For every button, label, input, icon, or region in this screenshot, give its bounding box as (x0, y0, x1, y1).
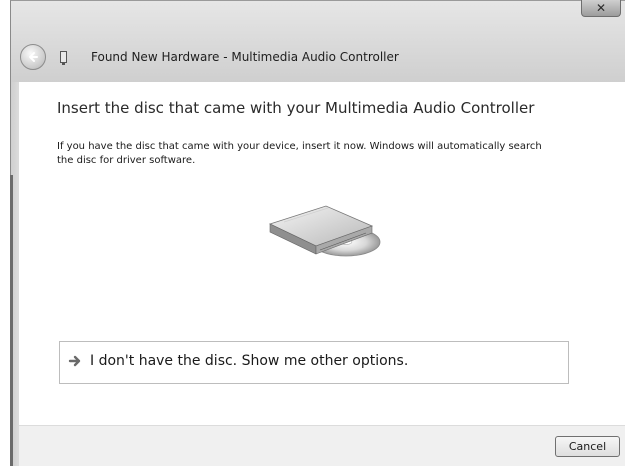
back-button[interactable] (20, 44, 46, 70)
wizard-window: ✕ Found New Hardware - Multimedia Audio … (0, 0, 625, 466)
page-heading: Insert the disc that came with your Mult… (57, 99, 535, 117)
title-bar (10, 0, 625, 82)
no-disc-option-link[interactable]: I don't have the disc. Show me other opt… (59, 341, 569, 384)
green-arrow-icon (68, 355, 81, 367)
cancel-button[interactable]: Cancel (555, 436, 620, 457)
back-arrow-icon (29, 52, 38, 62)
instruction-text: If you have the disc that came with your… (57, 141, 542, 166)
disc-drive-icon (268, 205, 381, 257)
no-disc-option-label: I don't have the disc. Show me other opt… (90, 353, 409, 369)
close-button[interactable]: ✕ (581, 0, 621, 17)
footer-bar (19, 425, 625, 466)
hardware-device-icon (60, 51, 67, 65)
close-icon: ✕ (595, 1, 607, 15)
window-title: Found New Hardware - Multimedia Audio Co… (91, 50, 399, 64)
window-left-shadow (10, 175, 13, 466)
